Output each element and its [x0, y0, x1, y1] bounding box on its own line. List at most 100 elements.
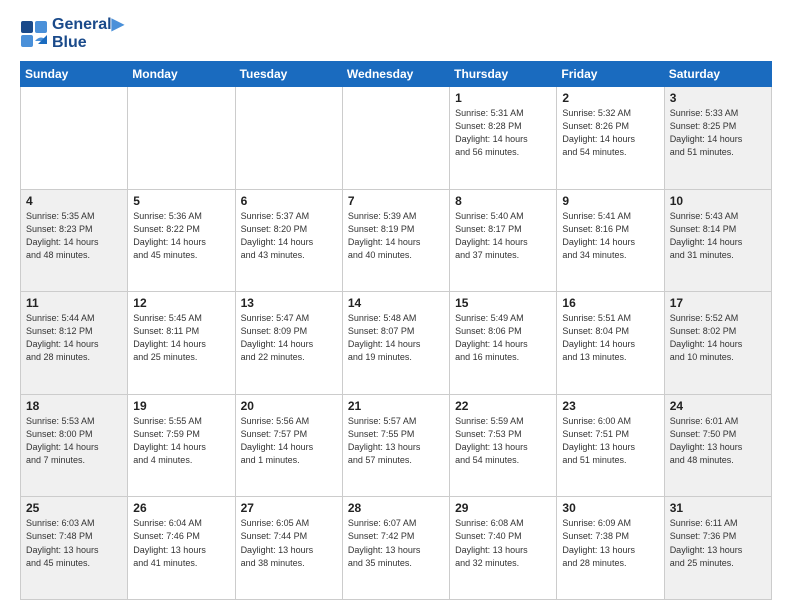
day-info-line: Sunset: 7:57 PM	[241, 428, 337, 441]
day-info-line: Daylight: 14 hours	[670, 338, 766, 351]
day-info-line: Sunset: 8:16 PM	[562, 223, 658, 236]
weekday-header-saturday: Saturday	[664, 62, 771, 87]
weekday-header-sunday: Sunday	[21, 62, 128, 87]
day-cell: 5Sunrise: 5:36 AMSunset: 8:22 PMDaylight…	[128, 189, 235, 292]
day-number: 12	[133, 296, 229, 310]
day-info-line: Sunrise: 5:51 AM	[562, 312, 658, 325]
day-number: 22	[455, 399, 551, 413]
page: General▶ Blue SundayMondayTuesdayWednesd…	[0, 0, 792, 612]
weekday-header-monday: Monday	[128, 62, 235, 87]
day-info-line: and 37 minutes.	[455, 249, 551, 262]
day-info-line: Sunrise: 6:11 AM	[670, 517, 766, 530]
day-info-line: Sunrise: 5:33 AM	[670, 107, 766, 120]
week-row-5: 25Sunrise: 6:03 AMSunset: 7:48 PMDayligh…	[21, 497, 772, 600]
day-info-line: Daylight: 13 hours	[455, 544, 551, 557]
day-info-line: Daylight: 13 hours	[348, 544, 444, 557]
logo-area: General▶ Blue	[20, 16, 124, 51]
day-info-line: Sunset: 7:42 PM	[348, 530, 444, 543]
day-info-line: and 45 minutes.	[133, 249, 229, 262]
day-info-line: Daylight: 13 hours	[241, 544, 337, 557]
day-cell: 12Sunrise: 5:45 AMSunset: 8:11 PMDayligh…	[128, 292, 235, 395]
day-info-line: and 41 minutes.	[133, 557, 229, 570]
day-info-line: and 32 minutes.	[455, 557, 551, 570]
day-info-line: Sunrise: 6:09 AM	[562, 517, 658, 530]
day-info-line: Daylight: 14 hours	[241, 441, 337, 454]
weekday-header-friday: Friday	[557, 62, 664, 87]
day-info-line: Sunset: 7:38 PM	[562, 530, 658, 543]
weekday-header-row: SundayMondayTuesdayWednesdayThursdayFrid…	[21, 62, 772, 87]
day-info-line: and 56 minutes.	[455, 146, 551, 159]
day-info-line: and 43 minutes.	[241, 249, 337, 262]
day-number: 23	[562, 399, 658, 413]
day-info-line: Sunset: 8:19 PM	[348, 223, 444, 236]
day-info-line: Daylight: 14 hours	[241, 338, 337, 351]
day-info-line: Sunset: 8:12 PM	[26, 325, 122, 338]
weekday-header-wednesday: Wednesday	[342, 62, 449, 87]
day-cell: 20Sunrise: 5:56 AMSunset: 7:57 PMDayligh…	[235, 394, 342, 497]
day-info-line: Sunrise: 5:41 AM	[562, 210, 658, 223]
day-info-line: Sunrise: 5:45 AM	[133, 312, 229, 325]
header: General▶ Blue	[20, 16, 772, 51]
day-info-line: Daylight: 14 hours	[348, 338, 444, 351]
day-number: 15	[455, 296, 551, 310]
day-number: 27	[241, 501, 337, 515]
day-info-line: and 54 minutes.	[455, 454, 551, 467]
day-info-line: and 25 minutes.	[133, 351, 229, 364]
day-info-line: Daylight: 13 hours	[348, 441, 444, 454]
day-info-line: Daylight: 14 hours	[133, 441, 229, 454]
day-info-line: Daylight: 14 hours	[348, 236, 444, 249]
day-cell: 31Sunrise: 6:11 AMSunset: 7:36 PMDayligh…	[664, 497, 771, 600]
day-info-line: and 19 minutes.	[348, 351, 444, 364]
day-info-line: Sunrise: 5:40 AM	[455, 210, 551, 223]
day-info-line: and 51 minutes.	[562, 454, 658, 467]
day-info-line: and 4 minutes.	[133, 454, 229, 467]
day-info-line: Daylight: 14 hours	[133, 236, 229, 249]
logo-line1: General▶	[52, 16, 124, 34]
weekday-header-tuesday: Tuesday	[235, 62, 342, 87]
day-number: 13	[241, 296, 337, 310]
day-number: 31	[670, 501, 766, 515]
day-cell: 30Sunrise: 6:09 AMSunset: 7:38 PMDayligh…	[557, 497, 664, 600]
day-number: 28	[348, 501, 444, 515]
day-info-line: Sunrise: 5:49 AM	[455, 312, 551, 325]
day-number: 19	[133, 399, 229, 413]
day-info-line: Sunset: 7:48 PM	[26, 530, 122, 543]
day-info-line: Sunset: 8:22 PM	[133, 223, 229, 236]
day-info-line: Sunrise: 5:31 AM	[455, 107, 551, 120]
day-info-line: Sunset: 8:17 PM	[455, 223, 551, 236]
day-info-line: Sunrise: 5:36 AM	[133, 210, 229, 223]
day-cell: 16Sunrise: 5:51 AMSunset: 8:04 PMDayligh…	[557, 292, 664, 395]
day-cell: 6Sunrise: 5:37 AMSunset: 8:20 PMDaylight…	[235, 189, 342, 292]
day-info-line: Sunrise: 5:43 AM	[670, 210, 766, 223]
day-number: 21	[348, 399, 444, 413]
day-info-line: and 48 minutes.	[26, 249, 122, 262]
day-info-line: Sunrise: 5:56 AM	[241, 415, 337, 428]
day-number: 14	[348, 296, 444, 310]
day-number: 26	[133, 501, 229, 515]
day-info-line: and 51 minutes.	[670, 146, 766, 159]
day-info-line: Sunset: 7:59 PM	[133, 428, 229, 441]
day-info-line: Sunrise: 6:07 AM	[348, 517, 444, 530]
day-info-line: Daylight: 14 hours	[26, 441, 122, 454]
day-number: 6	[241, 194, 337, 208]
day-info-line: Sunset: 7:50 PM	[670, 428, 766, 441]
day-info-line: Daylight: 13 hours	[670, 544, 766, 557]
day-info-line: Daylight: 14 hours	[133, 338, 229, 351]
day-cell: 9Sunrise: 5:41 AMSunset: 8:16 PMDaylight…	[557, 189, 664, 292]
day-info-line: Daylight: 14 hours	[26, 338, 122, 351]
day-cell: 22Sunrise: 5:59 AMSunset: 7:53 PMDayligh…	[450, 394, 557, 497]
day-info-line: and 28 minutes.	[562, 557, 658, 570]
day-info-line: Sunset: 8:02 PM	[670, 325, 766, 338]
day-info-line: Daylight: 14 hours	[455, 338, 551, 351]
day-info-line: Sunset: 8:06 PM	[455, 325, 551, 338]
day-info-line: Daylight: 13 hours	[133, 544, 229, 557]
day-info-line: Sunset: 8:04 PM	[562, 325, 658, 338]
day-cell: 21Sunrise: 5:57 AMSunset: 7:55 PMDayligh…	[342, 394, 449, 497]
day-info-line: and 45 minutes.	[26, 557, 122, 570]
day-info-line: Daylight: 14 hours	[562, 338, 658, 351]
day-info-line: and 7 minutes.	[26, 454, 122, 467]
day-number: 17	[670, 296, 766, 310]
day-number: 4	[26, 194, 122, 208]
logo-line2: Blue	[52, 34, 124, 52]
day-info-line: Daylight: 14 hours	[670, 236, 766, 249]
